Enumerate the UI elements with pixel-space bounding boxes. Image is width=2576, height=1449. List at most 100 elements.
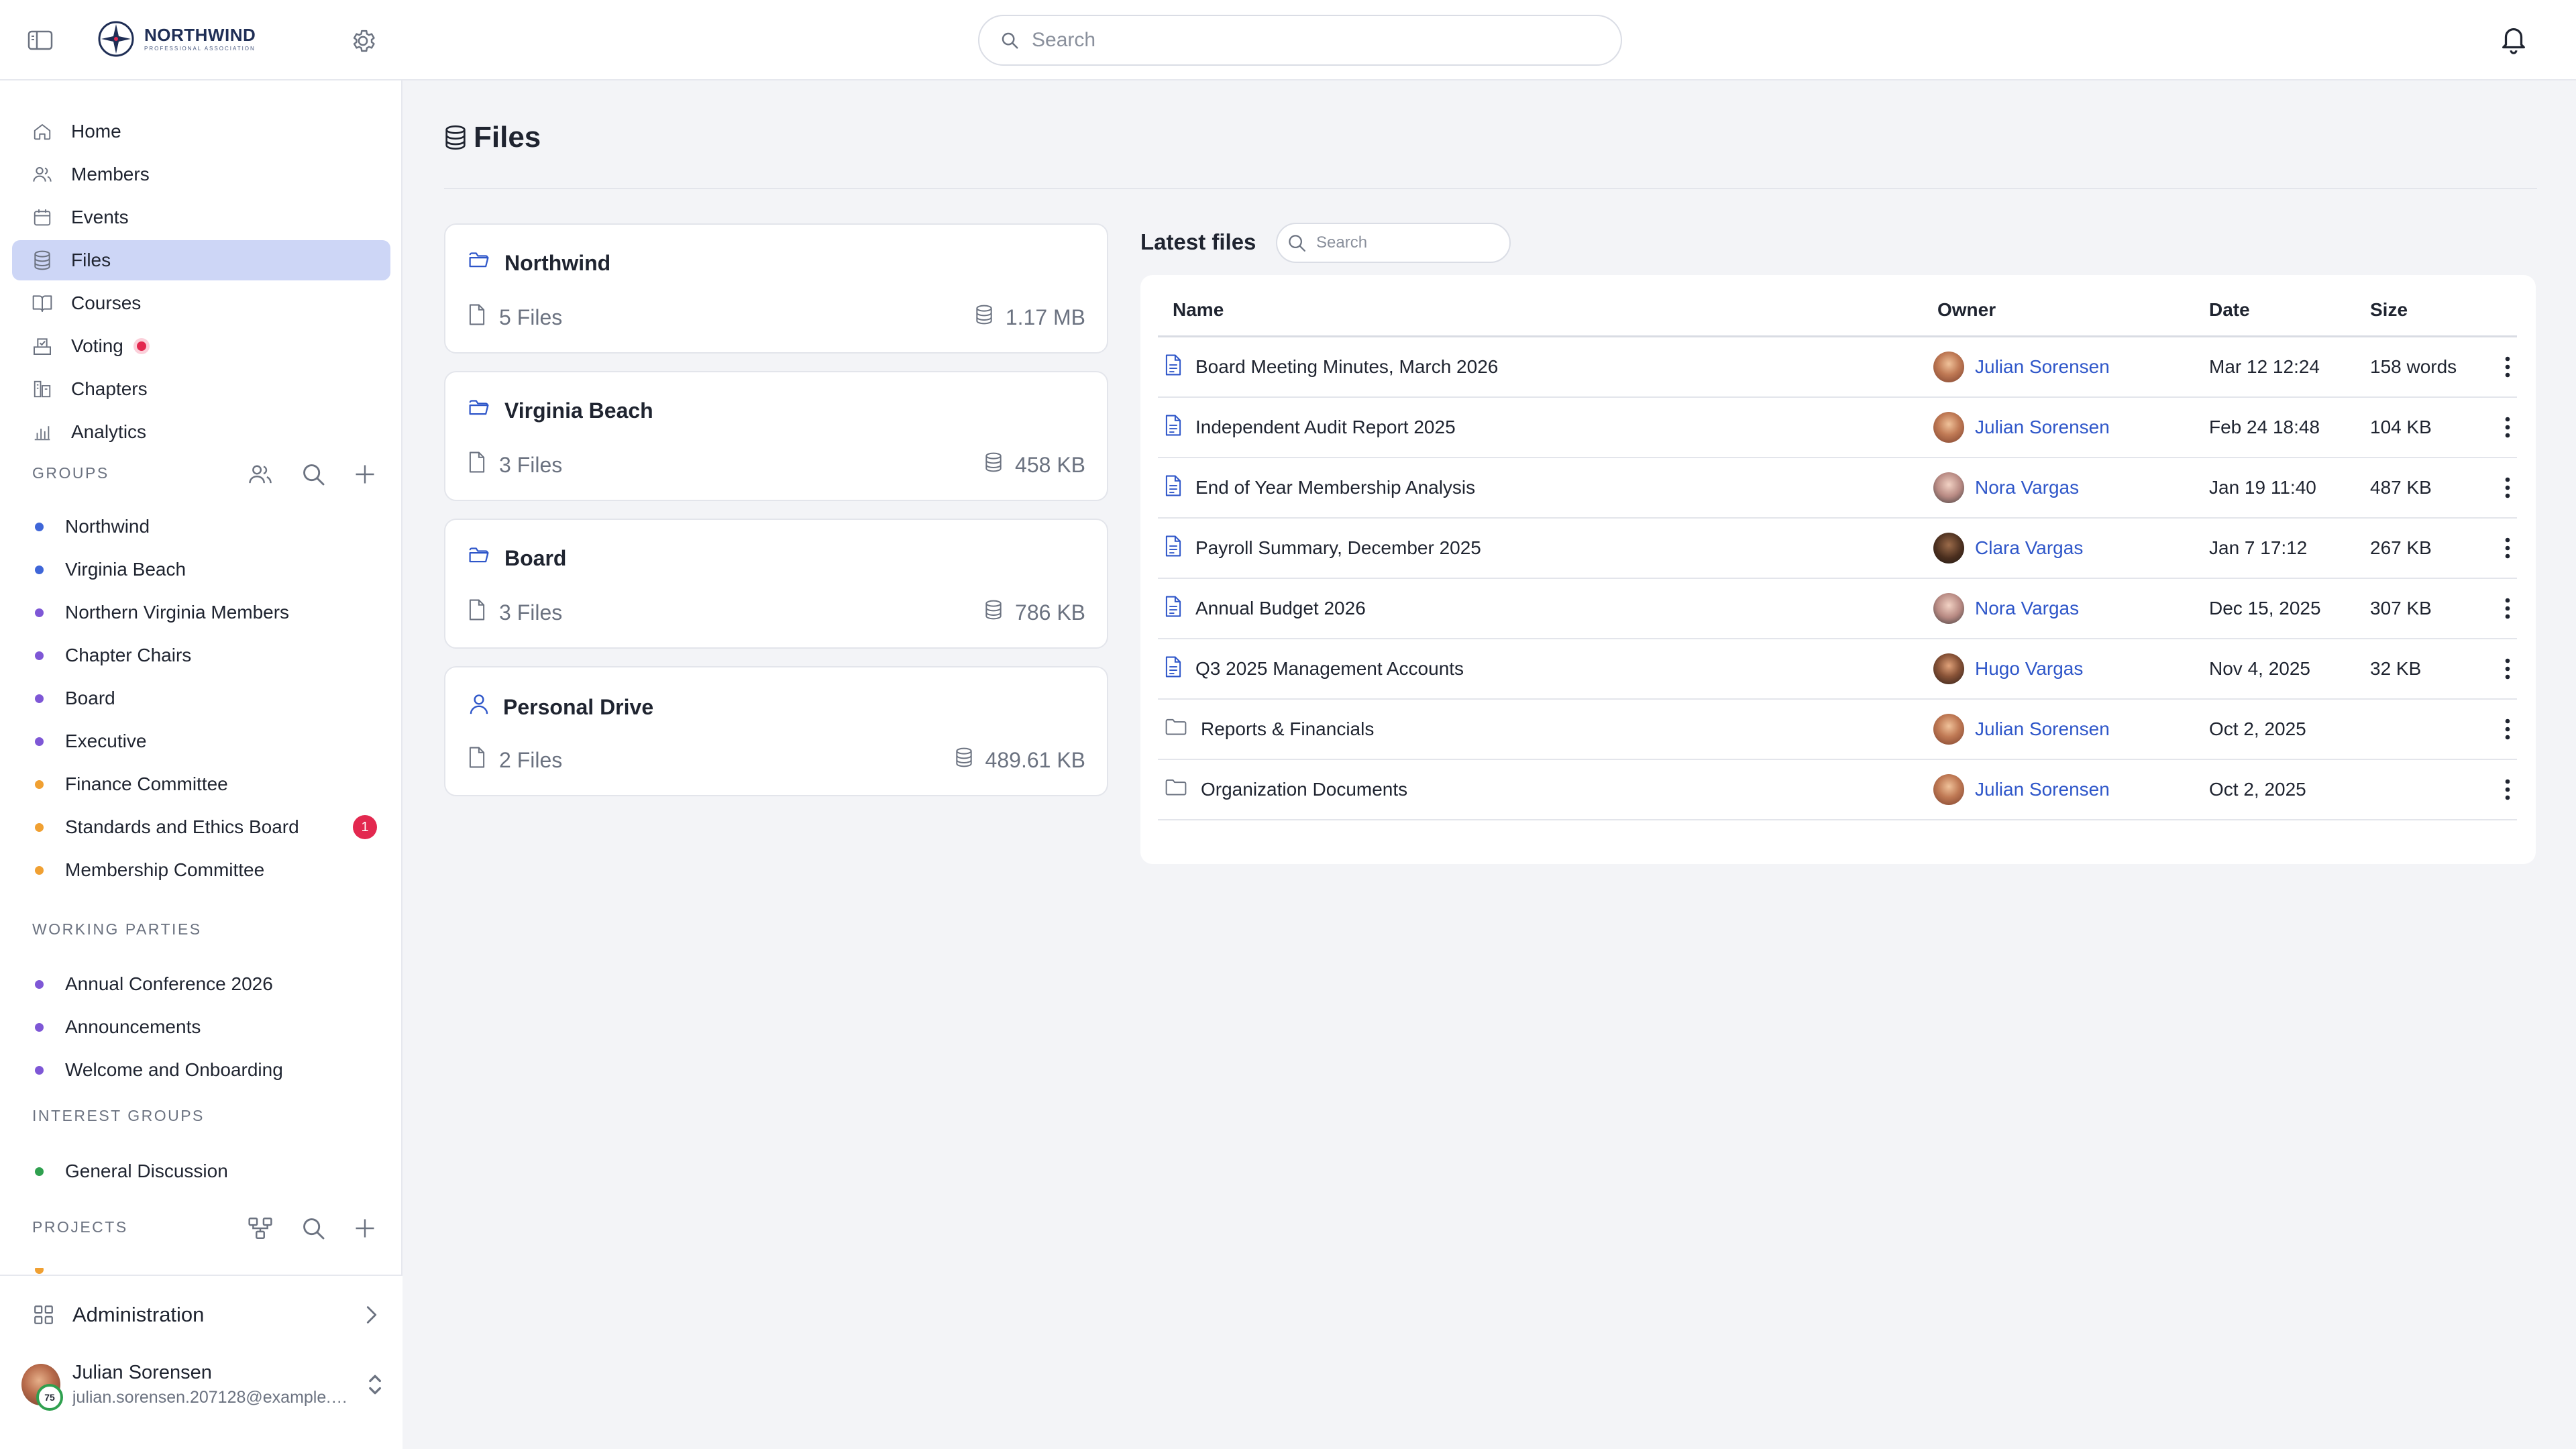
owner-cell[interactable]: Julian Sorensen xyxy=(1933,398,2110,457)
group-item[interactable]: Virginia Beach xyxy=(35,556,186,583)
group-item-label: Executive xyxy=(65,731,147,751)
more-vertical-icon[interactable] xyxy=(2494,337,2521,396)
more-vertical-icon[interactable] xyxy=(2494,639,2521,698)
latest-files-search-input[interactable] xyxy=(1316,233,1497,252)
file-name[interactable]: Reports & Financials xyxy=(1201,718,1374,740)
owner-name[interactable]: Julian Sorensen xyxy=(1975,718,2110,740)
file-name[interactable]: Payroll Summary, December 2025 xyxy=(1195,537,1481,559)
database-icon xyxy=(984,599,1003,626)
search-icon[interactable] xyxy=(301,462,326,487)
owner-cell[interactable]: Julian Sorensen xyxy=(1933,760,2110,819)
latest-files-search[interactable] xyxy=(1276,223,1511,263)
owner-cell[interactable]: Julian Sorensen xyxy=(1933,337,2110,396)
table-row[interactable]: Independent Audit Report 2025 Julian Sore… xyxy=(1158,398,2517,458)
column-header-date[interactable]: Date xyxy=(2209,299,2250,321)
sidebar-item-label: Analytics xyxy=(71,421,147,442)
more-vertical-icon[interactable] xyxy=(2494,700,2521,759)
group-item[interactable]: Northern Virginia Members xyxy=(35,599,289,626)
group-item[interactable]: Announcements xyxy=(35,1014,201,1040)
global-search[interactable] xyxy=(978,15,1622,66)
sidebar: Home Members Events Files Courses Voting Chapt… xyxy=(0,80,402,1449)
sidebar-item-home[interactable]: Home xyxy=(12,111,390,152)
more-vertical-icon[interactable] xyxy=(2494,579,2521,638)
drive-name: Board xyxy=(504,545,567,570)
owner-cell[interactable]: Julian Sorensen xyxy=(1933,700,2110,759)
drive-card[interactable]: Virginia Beach 3 Files 458 KB xyxy=(444,371,1108,501)
drive-name: Northwind xyxy=(504,250,611,275)
owner-cell[interactable]: Clara Vargas xyxy=(1933,519,2083,578)
file-name[interactable]: Independent Audit Report 2025 xyxy=(1195,417,1456,438)
user-menu[interactable]: 75 Julian Sorensen julian.sorensen.20712… xyxy=(21,1362,384,1411)
more-vertical-icon[interactable] xyxy=(2494,519,2521,578)
owner-cell[interactable]: Nora Vargas xyxy=(1933,458,2079,517)
group-item[interactable]: Chapter Chairs xyxy=(35,642,191,669)
members-icon[interactable] xyxy=(247,462,274,486)
group-item[interactable]: Standards and Ethics Board xyxy=(35,814,299,841)
sidebar-item-chapters[interactable]: Chapters xyxy=(12,369,390,409)
file-name[interactable]: Board Meeting Minutes, March 2026 xyxy=(1195,356,1498,378)
gear-icon[interactable] xyxy=(347,25,378,56)
groups-section-title: GROUPS xyxy=(32,464,109,482)
sidebar-toggle-icon[interactable] xyxy=(27,28,54,52)
more-vertical-icon[interactable] xyxy=(2494,398,2521,457)
owner-name[interactable]: Julian Sorensen xyxy=(1975,417,2110,438)
owner-name[interactable]: Nora Vargas xyxy=(1975,598,2079,619)
sidebar-item-analytics[interactable]: Analytics xyxy=(12,412,390,452)
group-item[interactable]: Welcome and Onboarding xyxy=(35,1057,283,1083)
table-row[interactable]: Q3 2025 Management Accounts Hugo Vargas No… xyxy=(1158,639,2517,700)
more-vertical-icon[interactable] xyxy=(2494,760,2521,819)
table-row[interactable]: Board Meeting Minutes, March 2026 Julian … xyxy=(1158,337,2517,398)
column-header-size[interactable]: Size xyxy=(2370,299,2408,321)
sidebar-item-events[interactable]: Events xyxy=(12,197,390,237)
file-name[interactable]: Organization Documents xyxy=(1201,779,1407,800)
drive-card[interactable]: Northwind 5 Files 1.17 MB xyxy=(444,223,1108,354)
ballot-icon xyxy=(31,335,54,358)
sidebar-item-files[interactable]: Files xyxy=(12,240,390,280)
group-item[interactable]: Executive xyxy=(35,728,146,755)
table-row[interactable]: Payroll Summary, December 2025 Clara Varg… xyxy=(1158,519,2517,579)
group-color-dot xyxy=(35,565,44,574)
group-color-dot xyxy=(35,780,44,789)
table-row[interactable]: Organization Documents Julian Sorensen Oct… xyxy=(1158,760,2517,820)
group-color-dot xyxy=(35,737,44,746)
owner-cell[interactable]: Nora Vargas xyxy=(1933,579,2079,638)
column-header-owner[interactable]: Owner xyxy=(1937,299,1996,321)
group-item[interactable]: Membership Committee xyxy=(35,857,264,883)
owner-cell[interactable]: Hugo Vargas xyxy=(1933,639,2083,698)
sidebar-item-courses[interactable]: Courses xyxy=(12,283,390,323)
drive-card[interactable]: Board 3 Files 786 KB xyxy=(444,519,1108,649)
file-name[interactable]: Q3 2025 Management Accounts xyxy=(1195,658,1464,680)
owner-name[interactable]: Nora Vargas xyxy=(1975,477,2079,498)
plus-icon[interactable] xyxy=(353,462,377,486)
owner-name[interactable]: Hugo Vargas xyxy=(1975,658,2083,680)
file-name[interactable]: End of Year Membership Analysis xyxy=(1195,477,1475,498)
avatar xyxy=(1933,714,1964,745)
group-item[interactable]: Finance Committee xyxy=(35,771,228,798)
divider xyxy=(444,188,2537,189)
plus-icon[interactable] xyxy=(353,1216,377,1240)
group-item[interactable]: Annual Conference 2026 xyxy=(35,971,273,998)
table-row[interactable]: End of Year Membership Analysis Nora Varg… xyxy=(1158,458,2517,519)
sidebar-item-voting[interactable]: Voting xyxy=(12,326,390,366)
group-item[interactable]: Board xyxy=(35,685,115,712)
owner-name[interactable]: Julian Sorensen xyxy=(1975,356,2110,378)
global-search-input[interactable] xyxy=(1032,29,1568,52)
table-row[interactable]: Reports & Financials Julian Sorensen Oct 2… xyxy=(1158,700,2517,760)
table-row[interactable]: Annual Budget 2026 Nora Vargas Dec 15, 202… xyxy=(1158,579,2517,639)
more-vertical-icon[interactable] xyxy=(2494,458,2521,517)
column-header-name[interactable]: Name xyxy=(1173,299,1224,321)
bell-icon[interactable] xyxy=(2497,21,2530,58)
drive-card[interactable]: Personal Drive 2 Files 489.61 KB xyxy=(444,666,1108,796)
group-item[interactable]: Northwind xyxy=(35,513,150,540)
group-item[interactable]: General Discussion xyxy=(35,1158,228,1185)
avatar xyxy=(1933,774,1964,805)
sidebar-item-members[interactable]: Members xyxy=(12,154,390,195)
logo[interactable]: NORTHWIND PROFESSIONAL ASSOCIATION xyxy=(97,20,256,58)
search-icon[interactable] xyxy=(301,1216,326,1241)
administration-link[interactable]: Administration xyxy=(32,1303,381,1327)
file-name[interactable]: Annual Budget 2026 xyxy=(1195,598,1366,619)
owner-name[interactable]: Julian Sorensen xyxy=(1975,779,2110,800)
project-tree-icon[interactable] xyxy=(247,1216,274,1240)
drive-header: Virginia Beach xyxy=(468,398,653,423)
owner-name[interactable]: Clara Vargas xyxy=(1975,537,2083,559)
